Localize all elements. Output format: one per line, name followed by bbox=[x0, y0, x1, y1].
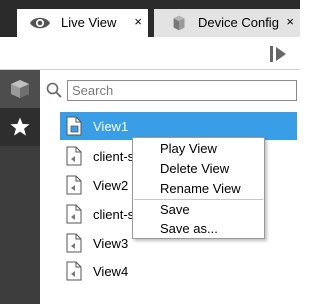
tree-item-view4[interactable]: View4 bbox=[60, 257, 297, 285]
tab-bar: Live View × Device Config × bbox=[0, 0, 300, 37]
tab-device-config-label: Device Config bbox=[198, 15, 279, 30]
tab-live-view-close-icon[interactable]: × bbox=[134, 14, 142, 30]
tree-item-label: View1 bbox=[93, 119, 129, 134]
tree-item-view1[interactable]: View1 bbox=[60, 112, 297, 140]
menu-item-label: Play View bbox=[160, 141, 217, 156]
search-input[interactable] bbox=[67, 80, 297, 101]
menu-item-rename-view[interactable]: Rename View bbox=[134, 179, 263, 198]
search-icon bbox=[46, 82, 62, 98]
view-icon bbox=[66, 175, 82, 195]
tree-item-label: client-s bbox=[93, 149, 135, 164]
view-icon bbox=[66, 233, 82, 253]
tab-device-config-close-icon[interactable]: × bbox=[286, 14, 294, 30]
tree-item-label: client-s bbox=[93, 207, 135, 222]
rail-favorites-button[interactable] bbox=[0, 108, 40, 146]
menu-item-label: Save as... bbox=[160, 221, 218, 236]
device-config-icon bbox=[173, 15, 185, 31]
menu-item-play-view[interactable]: Play View bbox=[134, 139, 263, 158]
view-icon bbox=[66, 261, 82, 281]
favorites-star-icon bbox=[10, 117, 30, 136]
tab-device-config[interactable]: Device Config × bbox=[154, 9, 300, 37]
menu-item-delete-view[interactable]: Delete View bbox=[134, 159, 263, 178]
devices-cube-icon bbox=[11, 80, 29, 98]
context-menu: Play View Delete View Rename View Save S… bbox=[132, 137, 265, 239]
view-icon bbox=[66, 146, 82, 166]
view-icon bbox=[66, 116, 82, 136]
collapse-panel-icon[interactable] bbox=[269, 45, 287, 63]
tree-item-label: View2 bbox=[93, 178, 129, 193]
view-icon bbox=[66, 204, 82, 224]
eye-icon bbox=[30, 17, 50, 29]
menu-item-label: Rename View bbox=[160, 181, 241, 196]
tab-live-view[interactable]: Live View × bbox=[17, 9, 148, 37]
menu-item-save-as[interactable]: Save as... bbox=[134, 219, 263, 238]
tree-item-label: View4 bbox=[93, 264, 129, 279]
menu-item-save[interactable]: Save bbox=[134, 200, 263, 219]
side-rail bbox=[0, 70, 40, 304]
tree-item-label: View3 bbox=[93, 236, 129, 251]
menu-item-label: Delete View bbox=[160, 161, 230, 176]
menu-item-label: Save bbox=[160, 202, 190, 217]
tab-live-view-label: Live View bbox=[61, 15, 117, 30]
rail-devices-button[interactable] bbox=[0, 70, 40, 108]
toolbar bbox=[0, 37, 300, 70]
